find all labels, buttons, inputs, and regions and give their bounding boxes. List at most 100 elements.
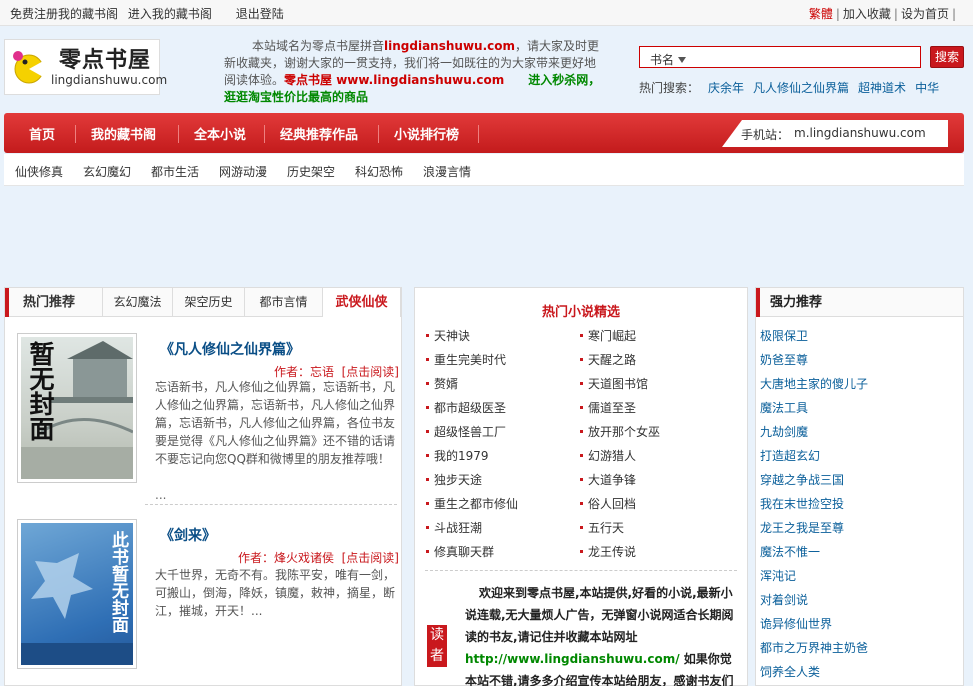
tab-fantasy-magic[interactable]: 玄幻魔法 bbox=[103, 288, 173, 317]
panel-title: 强力推荐 bbox=[756, 288, 822, 317]
recommend-link[interactable]: 大唐地主家的傻儿子 bbox=[760, 375, 868, 392]
nav-rankings[interactable]: 小说排行榜 bbox=[394, 124, 459, 143]
recommend-link[interactable]: 我在末世捡空投 bbox=[760, 495, 844, 512]
search-button[interactable]: 搜索 bbox=[930, 46, 964, 68]
hot-search-keyword[interactable]: 凡人修仙之仙界篇 bbox=[753, 81, 849, 95]
recommend-link[interactable]: 打造超玄幻 bbox=[760, 447, 820, 464]
category-link[interactable]: 科幻恐怖 bbox=[355, 163, 403, 180]
tab-wuxia-xianxia[interactable]: 武侠仙侠 bbox=[323, 288, 401, 317]
search-input[interactable] bbox=[696, 49, 916, 65]
notice-domain-link[interactable]: lingdianshuwu.com bbox=[384, 39, 515, 53]
nav-my-bookshelf[interactable]: 我的藏书阁 bbox=[91, 124, 156, 143]
book-title[interactable]: 《凡人修仙之仙界篇》 bbox=[160, 339, 300, 359]
recommend-link[interactable]: 龙王之我是至尊 bbox=[760, 519, 844, 536]
category-link[interactable]: 历史架空 bbox=[287, 163, 335, 180]
recommend-link[interactable]: 奶爸至尊 bbox=[760, 351, 808, 368]
hot-search-keyword[interactable]: 超神道术 bbox=[858, 81, 906, 95]
tab-urban-romance[interactable]: 都市言情 bbox=[245, 288, 323, 317]
hot-search: 热门搜索： 庆余年 凡人修仙之仙界篇 超神道术 中华 bbox=[639, 79, 939, 96]
cover-image: 暂无封面 bbox=[21, 337, 133, 479]
nav-divider bbox=[378, 125, 379, 143]
recommend-link[interactable]: 魔法工具 bbox=[760, 399, 808, 416]
category-link[interactable]: 玄幻魔幻 bbox=[83, 163, 131, 180]
recommend-tabs: 热门推荐 玄幻魔法 架空历史 都市言情 武侠仙侠 bbox=[5, 288, 401, 317]
site-logo[interactable]: 零点书屋 lingdianshuwu.com bbox=[4, 39, 167, 95]
nav-home[interactable]: 首页 bbox=[29, 124, 55, 143]
top-bar-right: 繁體 | 加入收藏 | 设为首页 | bbox=[809, 5, 959, 22]
logo-chinese-text: 零点书屋 bbox=[59, 47, 152, 73]
search-type-label: 书名 bbox=[650, 53, 675, 67]
read-link[interactable]: [点击阅读] bbox=[342, 365, 399, 379]
tab-alt-history[interactable]: 架空历史 bbox=[173, 288, 245, 317]
nav-completed-novels[interactable]: 全本小说 bbox=[194, 124, 246, 143]
site-url-link[interactable]: http://www.lingdianshuwu.com/ bbox=[465, 652, 680, 666]
welcome-message: 欢迎来到零点书屋,本站提供,好看的小说,最新小说连载,无大量烦人广告，无弹窗小说… bbox=[465, 582, 737, 686]
novel-link[interactable]: 大道争锋 bbox=[580, 471, 636, 488]
recommend-link[interactable]: 对着剑说 bbox=[760, 591, 808, 608]
search-type-select[interactable]: 书名 bbox=[650, 51, 687, 68]
novel-link[interactable]: 斗战狂潮 bbox=[426, 519, 482, 536]
hot-search-label: 热门搜索： bbox=[639, 81, 700, 95]
novel-link[interactable]: 幻游猎人 bbox=[580, 447, 636, 464]
novel-link[interactable]: 赘婿 bbox=[426, 375, 458, 392]
novel-link[interactable]: 放开那个女巫 bbox=[580, 423, 660, 440]
category-link[interactable]: 都市生活 bbox=[151, 163, 199, 180]
category-link[interactable]: 浪漫言情 bbox=[423, 163, 471, 180]
traditional-chinese-link[interactable]: 繁體 bbox=[809, 7, 833, 21]
novel-link[interactable]: 寒门崛起 bbox=[580, 327, 636, 344]
nav-divider bbox=[478, 125, 479, 143]
chevron-down-icon bbox=[678, 57, 687, 63]
register-link[interactable]: 免费注册我的藏书阁 bbox=[10, 7, 118, 21]
top-bar: 免费注册我的藏书阁 进入我的藏书阁 退出登陆 繁體 | 加入收藏 | 设为首页 | bbox=[0, 0, 973, 26]
add-favorite-link[interactable]: 加入收藏 bbox=[843, 7, 891, 21]
recommend-link[interactable]: 都市之万界神主奶爸 bbox=[760, 639, 868, 656]
logo-domain-text: lingdianshuwu.com bbox=[51, 73, 168, 87]
set-homepage-link[interactable]: 设为首页 bbox=[901, 7, 949, 21]
divider: | bbox=[951, 7, 956, 21]
recommend-link[interactable]: 诡异修仙世界 bbox=[760, 615, 832, 632]
recommend-link[interactable]: 极限保卫 bbox=[760, 327, 808, 344]
novel-link[interactable]: 超级怪兽工厂 bbox=[426, 423, 506, 440]
book-title[interactable]: 《剑来》 bbox=[160, 525, 216, 545]
logout-link[interactable]: 退出登陆 bbox=[236, 7, 284, 21]
nav-divider bbox=[178, 125, 179, 143]
tab-hot-recommend[interactable]: 热门推荐 bbox=[5, 288, 103, 317]
domain-notice: 本站域名为零点书屋拼音lingdianshuwu.com，请大家及时更新收藏夹，… bbox=[224, 38, 602, 106]
novel-link[interactable]: 独步天途 bbox=[426, 471, 482, 488]
novel-link[interactable]: 天道图书馆 bbox=[580, 375, 648, 392]
novel-link[interactable]: 重生完美时代 bbox=[426, 351, 506, 368]
enter-bookshelf-link[interactable]: 进入我的藏书阁 bbox=[128, 7, 212, 21]
category-link[interactable]: 仙侠修真 bbox=[15, 163, 63, 180]
notice-site-link[interactable]: 零点书屋 www.lingdianshuwu.com bbox=[284, 73, 504, 87]
mobile-site-link[interactable]: m.lingdianshuwu.com bbox=[794, 126, 926, 140]
recommend-link[interactable]: 九劫剑魔 bbox=[760, 423, 808, 440]
book-cover[interactable]: 暂无封面 bbox=[17, 333, 137, 483]
nav-classic-recommend[interactable]: 经典推荐作品 bbox=[280, 124, 358, 143]
category-link[interactable]: 网游动漫 bbox=[219, 163, 267, 180]
novel-link[interactable]: 修真聊天群 bbox=[426, 543, 494, 560]
novel-link[interactable]: 天神诀 bbox=[426, 327, 470, 344]
mobile-site-box: 手机站： m.lingdianshuwu.com bbox=[722, 120, 948, 147]
book-card: 暂无封面 《凡人修仙之仙界篇》 作者：忘语 [点击阅读] 忘语新书，凡人修仙之仙… bbox=[17, 333, 399, 502]
novel-link[interactable]: 俗人回档 bbox=[580, 495, 636, 512]
top-bar-left: 免费注册我的藏书阁 进入我的藏书阁 退出登陆 bbox=[10, 5, 290, 22]
novel-link[interactable]: 龙王传说 bbox=[580, 543, 636, 560]
recommend-link[interactable]: 穿越之争战三国 bbox=[760, 471, 844, 488]
hot-search-keyword[interactable]: 中华 bbox=[915, 81, 939, 95]
recommend-link[interactable]: 浑沌记 bbox=[760, 567, 796, 584]
novel-link[interactable]: 五行天 bbox=[580, 519, 624, 536]
novel-link[interactable]: 重生之都市修仙 bbox=[426, 495, 518, 512]
novel-link[interactable]: 都市超级医圣 bbox=[426, 399, 506, 416]
recommend-link[interactable]: 饲养全人类 bbox=[760, 663, 820, 680]
cover-image: 此书暂无封面 bbox=[21, 523, 133, 665]
book-author[interactable]: 作者：烽火戏诸侯 bbox=[238, 551, 334, 565]
reader-badge: 读者 bbox=[427, 625, 447, 667]
book-author[interactable]: 作者：忘语 bbox=[274, 365, 334, 379]
novel-link[interactable]: 天醒之路 bbox=[580, 351, 636, 368]
read-link[interactable]: [点击阅读] bbox=[342, 551, 399, 565]
novel-link[interactable]: 我的1979 bbox=[426, 447, 489, 464]
recommend-link[interactable]: 魔法不惟一 bbox=[760, 543, 820, 560]
hot-search-keyword[interactable]: 庆余年 bbox=[708, 81, 744, 95]
book-cover[interactable]: 此书暂无封面 bbox=[17, 519, 137, 669]
novel-link[interactable]: 儒道至圣 bbox=[580, 399, 636, 416]
